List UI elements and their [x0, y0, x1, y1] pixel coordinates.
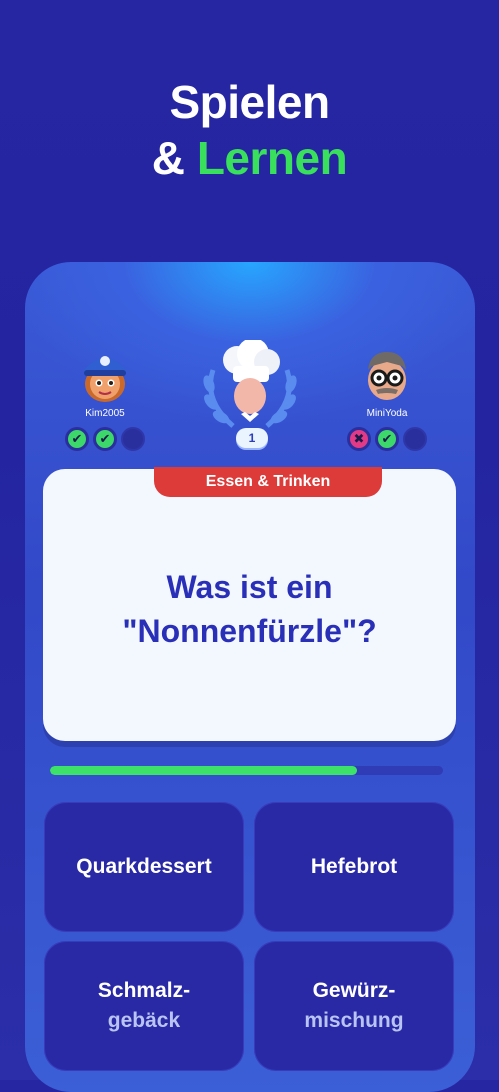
headline: Spielen & Lernen [0, 74, 499, 186]
player-right-results: ✖ ✔ [347, 427, 427, 451]
answer-button-4[interactable]: Gewürz- mischung [254, 941, 454, 1071]
result-correct: ✔ [65, 427, 89, 451]
avatar-police-icon [84, 356, 126, 402]
answer-3-line1: Schmalz- [97, 979, 191, 1002]
headline-accent: Lernen [196, 132, 348, 184]
answer-1-line1: Quarkdessert [76, 855, 212, 878]
result-pending [403, 427, 427, 451]
headline-amp: & [151, 132, 185, 184]
timer-progress-fill [50, 766, 357, 775]
player-left-results: ✔ ✔ [65, 427, 145, 451]
result-correct: ✔ [93, 427, 117, 451]
headline-line1: Spielen [169, 76, 330, 128]
player-right: MiniYoda ✖ ✔ [347, 346, 427, 451]
question-text: Was ist ein "Nonnenfürzle"? [43, 565, 456, 653]
round-badge: 1 [236, 428, 268, 448]
answer-4-line2: mischung [304, 1009, 404, 1032]
check-icon: ✔ [99, 431, 111, 446]
result-wrong: ✖ [347, 427, 371, 451]
game-screen: Kim2005 ✔ ✔ 1 MiniYoda ✖ ✔ Essen & Trink… [25, 262, 475, 1092]
player-right-avatar [358, 346, 416, 404]
answer-button-1[interactable]: Quarkdessert [44, 802, 244, 932]
category-label: Essen & Trinken [154, 467, 382, 497]
answer-button-3[interactable]: Schmalz- gebäck [44, 941, 244, 1071]
result-pending [121, 427, 145, 451]
check-icon: ✔ [381, 431, 393, 446]
answer-3-line2: gebäck [107, 1009, 181, 1032]
question-line2: "Nonnenfürzle"? [122, 613, 377, 649]
question-card: Essen & Trinken Was ist ein "Nonnenfürzl… [43, 467, 456, 741]
cross-icon: ✖ [353, 431, 365, 446]
timer-progress-bar [50, 766, 443, 775]
answer-button-2[interactable]: Hefebrot [254, 802, 454, 932]
player-left: Kim2005 ✔ ✔ [65, 346, 145, 451]
player-right-name: MiniYoda [366, 408, 408, 419]
check-icon: ✔ [71, 431, 83, 446]
player-left-avatar [76, 346, 134, 404]
question-line1: Was ist ein [166, 569, 333, 605]
headline-line2: & Lernen [0, 130, 499, 186]
laurel-chef-icon [203, 338, 297, 428]
answer-4-line1: Gewürz- [312, 979, 396, 1002]
avatar-glasses-icon [368, 352, 406, 400]
result-correct: ✔ [375, 427, 399, 451]
player-left-name: Kim2005 [85, 408, 125, 419]
answer-2-line1: Hefebrot [310, 855, 398, 878]
